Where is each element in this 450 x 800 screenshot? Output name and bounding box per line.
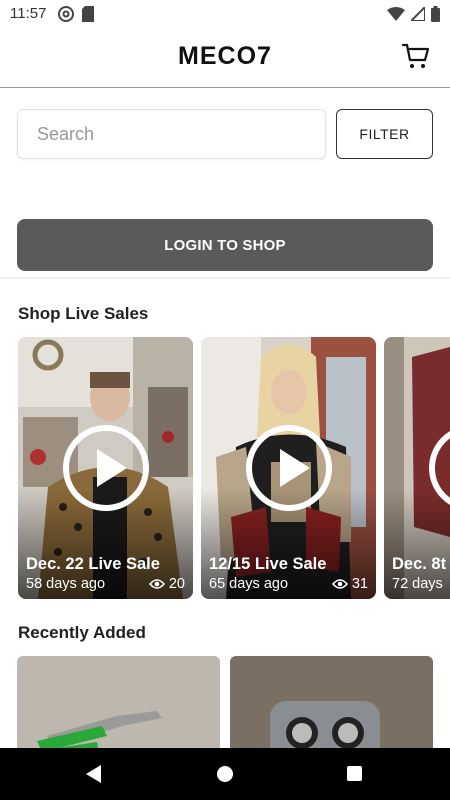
play-icon[interactable] [62, 425, 149, 511]
back-icon[interactable] [86, 765, 101, 783]
app-header: MECO7 [0, 28, 450, 88]
wifi-icon [387, 7, 405, 21]
live-sale-age: 72 days [392, 576, 443, 592]
live-sale-card[interactable]: 12/15 Live Sale 65 days ago 31 [201, 337, 376, 599]
eye-icon [148, 579, 165, 589]
status-time: 11:57 [10, 5, 47, 22]
filter-button[interactable]: FILTER [336, 109, 433, 159]
live-sale-views: 20 [148, 576, 185, 592]
live-sale-age: 58 days ago [26, 576, 106, 592]
status-bar: 11:57 [0, 0, 450, 28]
live-sale-card[interactable]: Dec. 22 Live Sale 58 days ago 20 [18, 337, 193, 599]
live-sale-age: 65 days ago [209, 576, 289, 592]
cart-icon [401, 43, 430, 68]
views-count: 31 [351, 576, 368, 592]
app-title: MECO7 [178, 42, 272, 70]
section-divider [0, 277, 450, 279]
sd-card-icon [82, 6, 94, 22]
recents-icon[interactable] [347, 766, 362, 781]
live-sale-card[interactable]: Dec. 8t 72 days [384, 337, 450, 599]
at-sign-icon [58, 6, 74, 22]
search-input[interactable]: Search [17, 109, 326, 159]
cart-button[interactable] [401, 42, 430, 70]
recently-added-title: Recently Added [18, 623, 146, 642]
live-sales-title: Shop Live Sales [18, 304, 149, 323]
live-sale-title: 12/15 Live Sale [209, 555, 327, 573]
battery-icon [431, 6, 440, 22]
home-icon[interactable] [217, 766, 233, 782]
login-to-shop-button[interactable]: LOGIN TO SHOP [17, 219, 433, 271]
eye-icon [331, 579, 348, 589]
live-sale-title: Dec. 22 Live Sale [26, 555, 160, 573]
views-count: 20 [168, 576, 185, 592]
live-sale-views: 31 [331, 576, 368, 592]
signal-icon [411, 7, 425, 21]
live-sale-title: Dec. 8t [392, 555, 447, 573]
play-icon[interactable] [245, 425, 332, 511]
navigation-bar [0, 748, 450, 800]
